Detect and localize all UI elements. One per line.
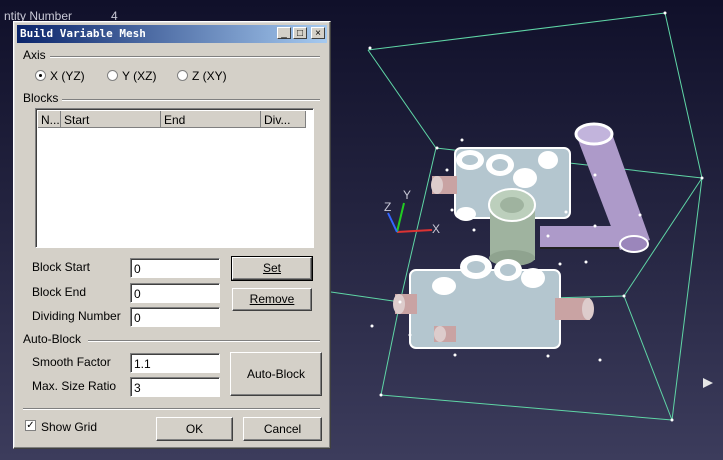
ok-button[interactable]: OK bbox=[156, 417, 233, 441]
smooth-factor-label: Smooth Factor bbox=[32, 355, 111, 369]
max-size-ratio-field[interactable]: 3 bbox=[130, 377, 220, 397]
model-lower-part bbox=[393, 255, 594, 349]
remove-button[interactable]: Remove bbox=[232, 288, 312, 311]
close-button[interactable]: × bbox=[311, 27, 325, 39]
dividing-number-label: Dividing Number bbox=[32, 309, 121, 323]
maximize-button[interactable]: □ bbox=[293, 27, 307, 39]
axis-z-label-text: Z (XY) bbox=[192, 69, 227, 83]
blocks-group-label: Blocks bbox=[23, 91, 59, 105]
axis-x-radio[interactable] bbox=[35, 70, 46, 81]
dividing-number-field[interactable]: 0 bbox=[130, 307, 220, 327]
auto-block-button[interactable]: Auto-Block bbox=[230, 352, 322, 396]
column-header-number[interactable]: N... bbox=[38, 111, 61, 128]
show-grid-checkbox[interactable]: ✓ bbox=[25, 420, 36, 431]
axis-z-label: Z bbox=[384, 200, 392, 214]
block-start-field[interactable]: 0 bbox=[130, 258, 220, 278]
column-header-start[interactable]: Start bbox=[61, 111, 161, 128]
column-header-dividing[interactable]: Div... bbox=[261, 111, 306, 128]
set-button[interactable]: Set bbox=[231, 256, 313, 281]
axis-y-label-text: Y (XZ) bbox=[122, 69, 157, 83]
cursor-marker-icon bbox=[703, 378, 713, 388]
build-variable-mesh-dialog: Build Variable Mesh _ □ × Axis X (YZ) Y … bbox=[13, 21, 331, 449]
axis-x-label-text: X (YZ) bbox=[50, 69, 85, 83]
show-grid-label: Show Grid bbox=[41, 420, 98, 434]
dialog-titlebar[interactable]: Build Variable Mesh _ □ × bbox=[17, 25, 327, 43]
axis-z-radio[interactable] bbox=[177, 70, 188, 81]
auto-block-separator bbox=[88, 340, 320, 342]
smooth-factor-field[interactable]: 1.1 bbox=[130, 353, 220, 373]
blocks-separator bbox=[62, 99, 320, 101]
model-upper-part bbox=[431, 122, 650, 266]
block-end-field[interactable]: 0 bbox=[130, 283, 220, 303]
cancel-button[interactable]: Cancel bbox=[243, 417, 322, 441]
axes-gizmo bbox=[387, 202, 433, 233]
column-header-end[interactable]: End bbox=[161, 111, 261, 128]
dialog-title: Build Variable Mesh bbox=[20, 27, 146, 40]
blocks-table[interactable]: N... Start End Div... bbox=[35, 108, 314, 248]
max-size-ratio-label: Max. Size Ratio bbox=[32, 379, 117, 393]
axis-x-label: X bbox=[432, 222, 441, 236]
axis-y-radio[interactable] bbox=[107, 70, 118, 81]
block-end-label: Block End bbox=[32, 285, 87, 299]
minimize-button[interactable]: _ bbox=[277, 27, 291, 39]
auto-block-group-label: Auto-Block bbox=[23, 332, 82, 346]
axis-group-label: Axis bbox=[23, 48, 46, 62]
axis-separator bbox=[50, 56, 320, 58]
block-start-label: Block Start bbox=[32, 260, 91, 274]
footer-separator bbox=[23, 408, 320, 410]
axis-y-label: Y bbox=[403, 188, 412, 202]
